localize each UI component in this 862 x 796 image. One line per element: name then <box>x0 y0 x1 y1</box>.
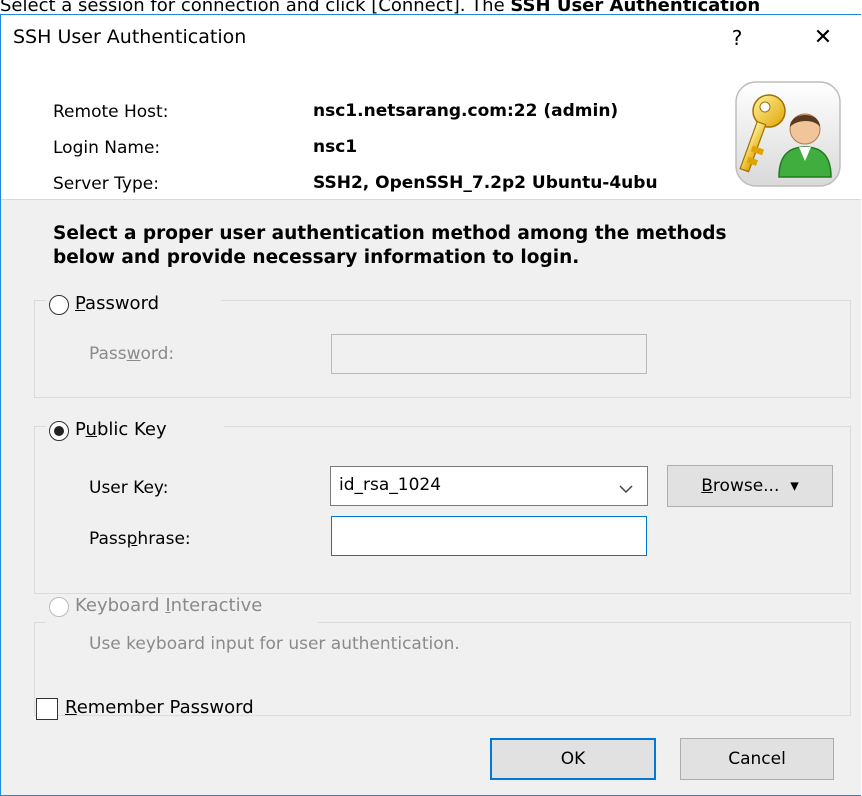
remote-host-label: Remote Host: <box>53 102 169 122</box>
browse-button[interactable]: Browse... ▾ <box>667 465 833 507</box>
user-key-icon <box>735 81 841 187</box>
server-type-value: SSH2, OpenSSH_7.2p2 Ubuntu-4ubu <box>313 173 658 193</box>
close-icon[interactable]: ✕ <box>801 21 845 55</box>
user-key-label: User Key: <box>89 478 169 498</box>
public-key-radio[interactable] <box>49 421 69 441</box>
user-key-value: id_rsa_1024 <box>339 475 442 495</box>
public-key-radio-label[interactable]: Public Key <box>75 419 167 440</box>
dialog-title: SSH User Authentication <box>13 26 247 48</box>
password-radio[interactable] <box>49 295 69 315</box>
password-field-label: Password: <box>89 344 175 364</box>
remember-password-checkbox[interactable] <box>36 698 58 720</box>
connection-info-panel: Remote Host: nsc1.netsarang.com:22 (admi… <box>1 61 861 200</box>
password-radio-label[interactable]: Password <box>75 293 159 314</box>
keyboard-interactive-legend <box>46 615 318 635</box>
instruction-line-1: Select a proper user authentication meth… <box>53 223 727 244</box>
login-name-value: nsc1 <box>313 137 358 157</box>
user-key-select[interactable]: id_rsa_1024 <box>330 466 648 506</box>
chevron-down-icon <box>619 479 633 499</box>
passphrase-label: Passphrase: <box>89 529 191 549</box>
public-key-group <box>34 426 851 594</box>
passphrase-input[interactable] <box>331 516 647 556</box>
keyboard-interactive-radio-label[interactable]: Keyboard Interactive <box>75 595 262 616</box>
instruction-line-2: below and provide necessary information … <box>53 247 580 268</box>
dropdown-arrow-icon: ▾ <box>790 476 799 496</box>
password-input[interactable] <box>331 334 647 374</box>
remember-password-label[interactable]: Remember Password <box>65 697 254 718</box>
ssh-auth-dialog: SSH User Authentication ? ✕ Remote Host:… <box>0 14 861 796</box>
keyboard-interactive-description: Use keyboard input for user authenticati… <box>89 634 460 654</box>
help-icon[interactable]: ? <box>719 21 755 55</box>
keyboard-interactive-radio[interactable] <box>49 597 69 617</box>
cancel-button[interactable]: Cancel <box>680 738 834 780</box>
remote-host-value: nsc1.netsarang.com:22 (admin) <box>313 101 619 121</box>
ok-button[interactable]: OK <box>490 738 656 780</box>
login-name-label: Login Name: <box>53 138 161 158</box>
instruction-text: Select a proper user authentication meth… <box>53 222 727 270</box>
server-type-label: Server Type: <box>53 174 159 194</box>
title-bar: SSH User Authentication ? ✕ <box>1 15 861 61</box>
